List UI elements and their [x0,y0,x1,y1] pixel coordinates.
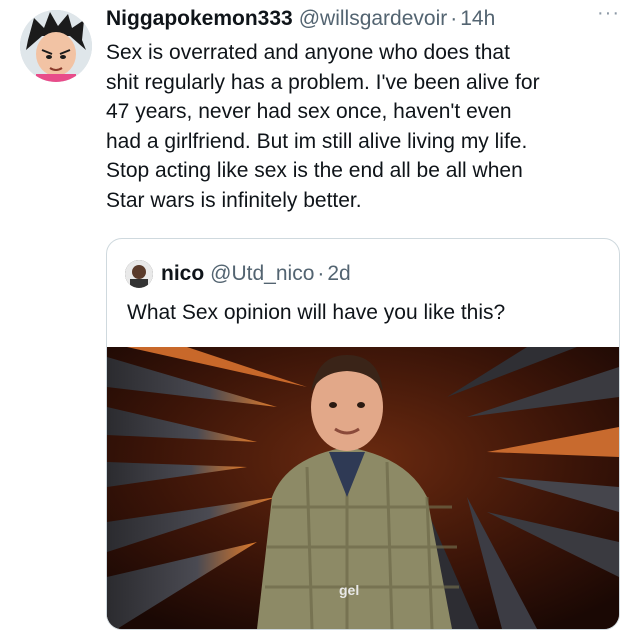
tweet-body: Sex is overrated and anyone who does tha… [106,41,540,212]
tweet-header: Niggapokemon333 @willsgardevoir · 14h ··… [106,2,620,32]
quoted-tweet-image[interactable]: gel [107,347,619,629]
quoted-tweet[interactable]: nico @Utd_nico · 2d What Sex opinion wil… [106,238,620,630]
quoted-tweet-timestamp: 2d [327,262,351,285]
media-caption-fragment: gel [339,582,359,598]
header-separator: · [450,7,458,30]
quoted-tweet-header: nico @Utd_nico · 2d [125,260,351,288]
quoted-author-display-name: nico [161,262,205,285]
author-display-name[interactable]: Niggapokemon333 [106,7,293,31]
author-avatar[interactable] [20,10,92,82]
tweet-timestamp[interactable]: 14h [460,7,495,31]
quoted-tweet-body: What Sex opinion will have you like this… [127,301,506,324]
quoted-author-handle: @Utd_nico [210,262,315,285]
quoted-header-separator: · [317,262,325,285]
more-options-icon[interactable]: ··· [597,2,620,25]
author-handle[interactable]: @willsgardevoir [299,7,448,31]
quoted-author-avatar [125,260,153,288]
